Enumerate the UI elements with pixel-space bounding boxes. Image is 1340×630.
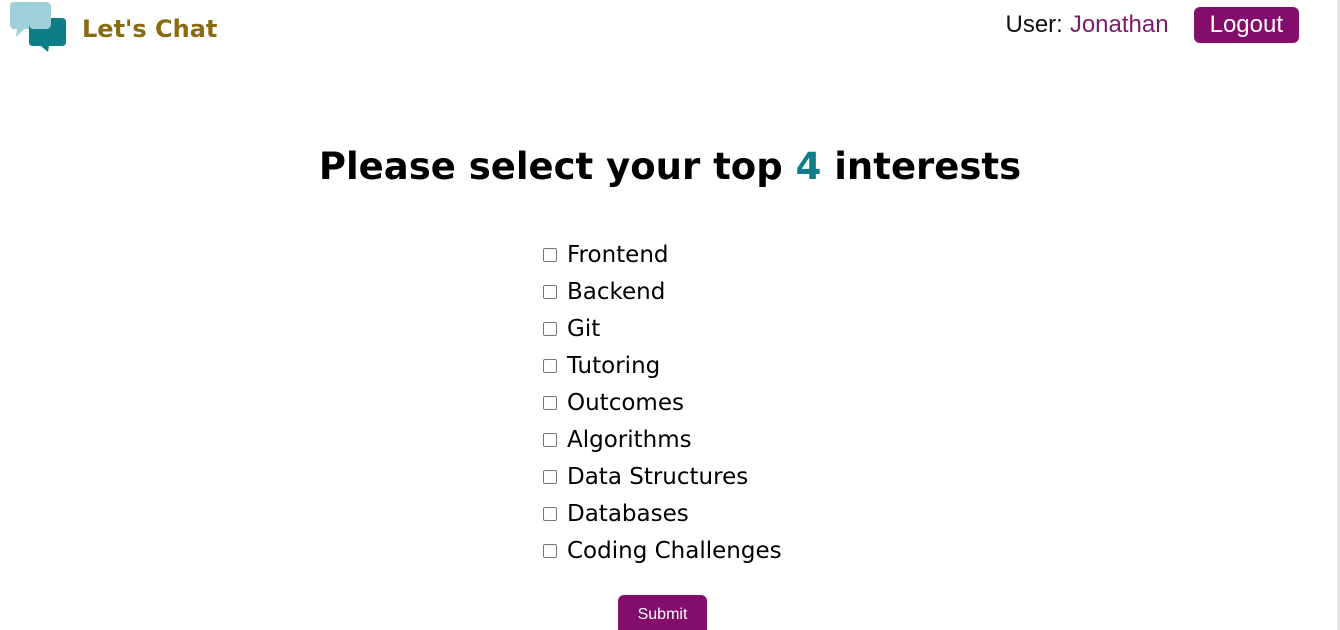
interest-item-databases: Databases bbox=[543, 495, 782, 532]
interest-item-frontend: Frontend bbox=[543, 236, 782, 273]
interest-checkbox-algorithms[interactable] bbox=[543, 432, 557, 447]
interest-item-data-structures: Data Structures bbox=[543, 458, 782, 495]
interest-checkbox-data-structures[interactable] bbox=[543, 469, 557, 484]
interest-label-frontend[interactable]: Frontend bbox=[567, 242, 669, 268]
interest-label-tutoring[interactable]: Tutoring bbox=[567, 353, 660, 379]
interest-label-outcomes[interactable]: Outcomes bbox=[567, 390, 684, 416]
interest-checkbox-backend[interactable] bbox=[543, 284, 557, 299]
page: Let's Chat User: Jonathan Logout Please … bbox=[0, 0, 1340, 630]
interest-checkbox-frontend[interactable] bbox=[543, 247, 557, 262]
interest-checkbox-tutoring[interactable] bbox=[543, 358, 557, 373]
interest-checkbox-databases[interactable] bbox=[543, 506, 557, 521]
user-name: Jonathan bbox=[1069, 11, 1169, 38]
page-title: Please select your top 4 interests bbox=[0, 145, 1340, 188]
interest-item-coding-challenges: Coding Challenges bbox=[543, 532, 782, 569]
submit-button[interactable]: Submit bbox=[618, 595, 707, 630]
user-label: User: bbox=[1005, 11, 1063, 38]
interest-label-data-structures[interactable]: Data Structures bbox=[567, 464, 748, 490]
logout-button[interactable]: Logout bbox=[1193, 7, 1299, 43]
interest-item-outcomes: Outcomes bbox=[543, 384, 782, 421]
interest-checkbox-outcomes[interactable] bbox=[543, 395, 557, 410]
interest-label-databases[interactable]: Databases bbox=[567, 501, 689, 527]
interest-label-algorithms[interactable]: Algorithms bbox=[567, 427, 692, 453]
interest-label-coding-challenges[interactable]: Coding Challenges bbox=[567, 538, 782, 564]
chat-bubbles-icon bbox=[10, 2, 66, 52]
heading-suffix: interests bbox=[834, 145, 1022, 188]
interest-item-tutoring: Tutoring bbox=[543, 347, 782, 384]
interest-label-git[interactable]: Git bbox=[567, 316, 600, 342]
interest-count: 4 bbox=[795, 145, 822, 188]
interest-list: Frontend Backend Git Tutoring Outcomes A… bbox=[543, 236, 782, 569]
user-area: User: Jonathan Logout bbox=[1005, 7, 1299, 43]
brand-name: Let's Chat bbox=[82, 15, 218, 43]
brand-link[interactable]: Let's Chat bbox=[10, 2, 217, 54]
interest-item-backend: Backend bbox=[543, 273, 782, 310]
interest-label-backend[interactable]: Backend bbox=[567, 279, 665, 305]
interest-item-algorithms: Algorithms bbox=[543, 421, 782, 458]
interest-item-git: Git bbox=[543, 310, 782, 347]
interest-checkbox-git[interactable] bbox=[543, 321, 557, 336]
interest-checkbox-coding-challenges[interactable] bbox=[543, 543, 557, 558]
heading-prefix: Please select your top bbox=[318, 145, 783, 188]
